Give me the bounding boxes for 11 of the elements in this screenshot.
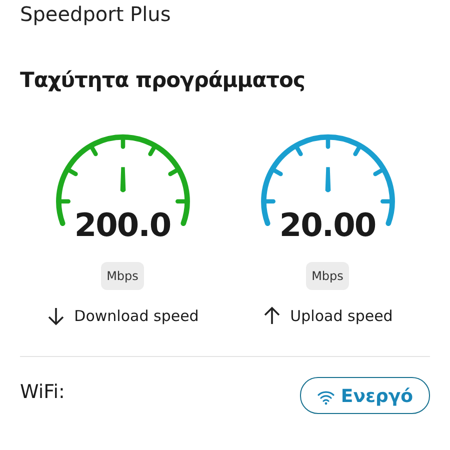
- speed-label: Upload speed: [290, 307, 393, 325]
- unit-badge: Mbps: [306, 262, 350, 290]
- device-name: Speedport Plus: [20, 2, 172, 26]
- speed-value: 200.0: [74, 206, 171, 244]
- speed-label: Download speed: [74, 307, 199, 325]
- wifi-icon: [316, 388, 335, 404]
- unit-badge: Mbps: [100, 262, 144, 290]
- section-title: Ταχύτητα προγράμματος: [20, 68, 306, 92]
- wifi-label: WiFi:: [20, 381, 65, 403]
- wifi-button[interactable]: Ενεργό: [300, 377, 430, 414]
- speed-value: 20.00: [279, 206, 376, 244]
